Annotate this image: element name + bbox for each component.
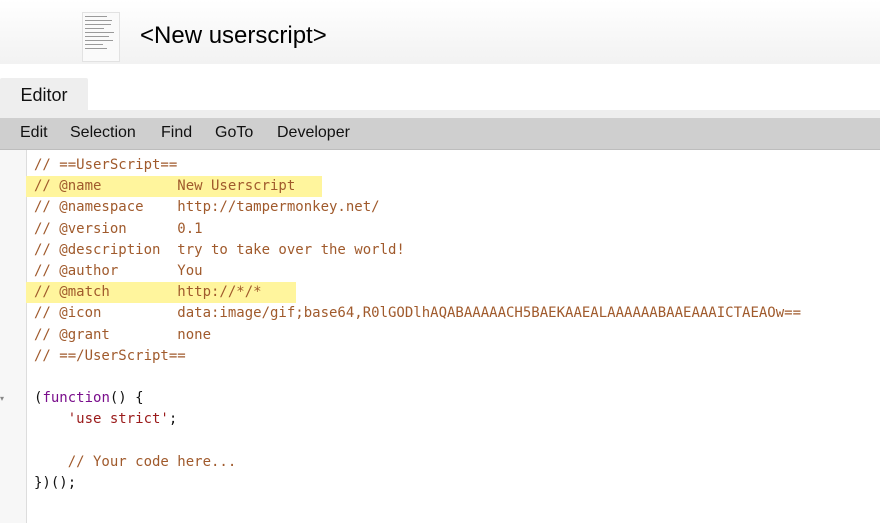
editor-gutter: ▾	[0, 150, 27, 523]
code-token-indent	[34, 411, 68, 427]
code-line: // @namespace http://tampermonkey.net/	[34, 199, 380, 216]
code-area[interactable]: // ==UserScript== // @name New Userscrip…	[26, 155, 880, 494]
code-line: // Your code here...	[34, 453, 237, 470]
code-line: // @author You	[34, 262, 203, 279]
menu-bar: Edit Selection Find GoTo Developer	[0, 118, 880, 150]
menu-goto[interactable]: GoTo	[215, 118, 253, 149]
code-line: // @icon data:image/gif;base64,R0lGODlhA…	[34, 305, 802, 322]
menu-edit[interactable]: Edit	[20, 118, 48, 149]
menu-selection[interactable]: Selection	[70, 118, 136, 149]
menu-find[interactable]: Find	[161, 118, 192, 149]
menu-developer[interactable]: Developer	[277, 118, 350, 149]
code-token-punct: () {	[109, 390, 144, 407]
code-line: (function() {	[26, 388, 880, 409]
code-token-string: 'use strict'	[67, 411, 169, 428]
code-editor[interactable]: ▾ // ==UserScript== // @name New Userscr…	[0, 150, 880, 523]
tab-bar: Editor	[0, 78, 880, 110]
fold-arrow-icon[interactable]: ▾	[0, 394, 8, 404]
userscript-file-icon	[82, 12, 120, 62]
code-line-highlighted: // @name New Userscript	[26, 176, 322, 198]
tab-strip-divider	[0, 110, 880, 118]
code-token-keyword: function	[42, 390, 110, 407]
code-line-highlighted: // @match http://*/*	[26, 282, 296, 304]
code-line: // @description try to take over the wor…	[34, 241, 405, 258]
code-line: })();	[34, 474, 77, 491]
tab-editor[interactable]: Editor	[0, 78, 88, 110]
code-line: // @version 0.1	[34, 220, 203, 237]
code-line: // ==/UserScript==	[34, 347, 186, 364]
code-line: 'use strict';	[26, 409, 880, 430]
code-line: // @grant none	[34, 326, 212, 343]
page-title: <New userscript>	[140, 22, 327, 49]
code-line: // ==UserScript==	[34, 157, 178, 173]
code-token-punct: ;	[168, 411, 178, 428]
app-header: <New userscript>	[0, 0, 880, 64]
